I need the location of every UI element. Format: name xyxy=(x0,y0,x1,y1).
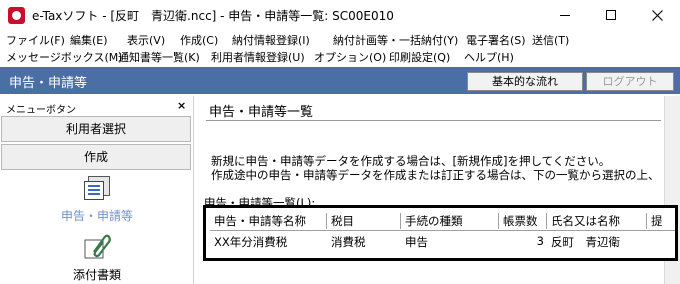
menu-bar-row-2: メッセージボックス(M) 通知書等一覧(K) 利用者情報登録(U) オプション(… xyxy=(0,48,680,65)
maximize-icon xyxy=(606,10,616,20)
column-header-name[interactable]: 申告・申請等名称 xyxy=(210,213,327,229)
menu-send[interactable]: 送信(T) xyxy=(532,32,569,48)
instruction-line-2: 作成途中の申告・申請等データを作成または訂正する場合は、下の一覧から選択の上、 xyxy=(211,168,660,182)
column-header-person[interactable]: 氏名又は名称 xyxy=(547,213,647,229)
menu-help[interactable]: ヘルプ(H) xyxy=(464,49,514,65)
menu-user-info[interactable]: 利用者情報登録(U) xyxy=(211,49,305,65)
menu-message-box[interactable]: メッセージボックス(M) xyxy=(6,49,123,65)
menu-payment-info[interactable]: 納付情報登録(I) xyxy=(232,32,310,48)
document-stack-icon[interactable] xyxy=(84,176,112,202)
menu-view[interactable]: 表示(V) xyxy=(127,32,165,48)
menu-bar-row-1: ファイル(F) 編集(E) 表示(V) 作成(C) 納付情報登録(I) 納付計画… xyxy=(0,31,680,48)
etax-app-icon xyxy=(8,7,25,24)
menu-file[interactable]: ファイル(F) xyxy=(6,32,65,48)
sidebar-close-icon[interactable]: × xyxy=(177,99,186,112)
menu-notices[interactable]: 通知書等一覧(K) xyxy=(118,49,200,65)
column-header-procedure[interactable]: 手続の種類 xyxy=(401,213,499,229)
menu-options[interactable]: オプション(O) xyxy=(314,49,386,65)
table-row-0-tax-item[interactable]: 消費税 xyxy=(331,234,399,250)
sidebar-item-attachments[interactable]: 添付書類 xyxy=(0,266,194,283)
section-title: 申告・申請等 xyxy=(9,76,88,91)
window-title: e-Taxソフト - [反町 青辺衛.ncc] - 申告・申請等一覧: SC00… xyxy=(32,9,394,23)
logout-button[interactable]: ログアウト xyxy=(586,72,674,91)
column-header-tax-item[interactable]: 税目 xyxy=(327,213,401,229)
menu-payment-plan[interactable]: 納付計画等・一括納付(Y) xyxy=(333,32,458,48)
paperclip-icon[interactable] xyxy=(82,232,112,260)
close-icon xyxy=(651,9,663,21)
menu-sidebar: メニューボタン × 利用者選択 作成 申告・申請等 添付書類 xyxy=(0,96,194,284)
basic-flow-button[interactable]: 基本的な流れ xyxy=(467,72,583,91)
minimize-icon xyxy=(560,14,570,16)
column-header-submit[interactable]: 提 xyxy=(647,213,675,229)
title-bar: e-Taxソフト - [反町 青辺衛.ncc] - 申告・申請等一覧: SC00… xyxy=(0,0,680,30)
title-divider xyxy=(206,120,661,121)
user-select-button[interactable]: 利用者選択 xyxy=(1,116,191,142)
header-divider xyxy=(210,230,675,231)
menu-edit[interactable]: 編集(E) xyxy=(70,32,108,48)
table-row-0-forms[interactable]: 3 xyxy=(499,234,544,248)
menu-create[interactable]: 作成(C) xyxy=(180,32,218,48)
section-bar: 申告・申請等 基本的な流れ ログアウト xyxy=(0,67,680,94)
maximize-button[interactable] xyxy=(588,0,634,30)
menu-print-settings[interactable]: 印刷設定(Q) xyxy=(389,49,450,65)
declarations-table: 申告・申請等名称 税目 手続の種類 帳票数 氏名又は名称 提 XX年分消費税 消… xyxy=(203,205,678,261)
doc-front-sheet xyxy=(84,181,104,200)
page-title: 申告・申請等一覧 xyxy=(209,105,314,120)
minimize-button[interactable] xyxy=(542,0,588,30)
sidebar-item-declarations[interactable]: 申告・申請等 xyxy=(0,207,194,224)
paperclip-svg xyxy=(84,234,111,259)
table-row-0-procedure[interactable]: 申告 xyxy=(405,234,497,250)
sidebar-header: メニューボタン xyxy=(6,105,76,116)
create-button[interactable]: 作成 xyxy=(1,144,191,170)
column-header-forms[interactable]: 帳票数 xyxy=(499,213,547,229)
menu-signature[interactable]: 電子署名(S) xyxy=(466,32,526,48)
close-button[interactable] xyxy=(634,0,680,30)
table-row-0-person[interactable]: 反町 青辺衛 xyxy=(551,234,645,250)
table-row-0-name[interactable]: XX年分消費税 xyxy=(214,234,324,250)
